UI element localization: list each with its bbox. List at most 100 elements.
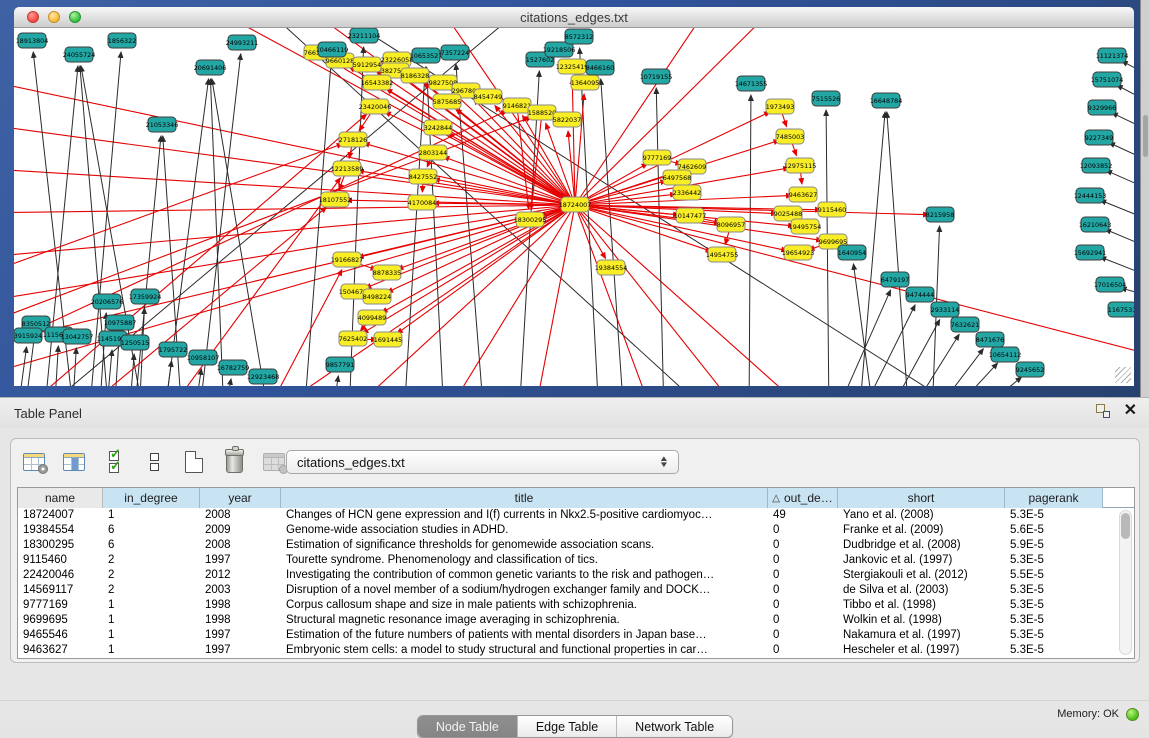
select-columns-icon[interactable] bbox=[101, 449, 127, 475]
desktop-scrollbar-track[interactable] bbox=[1140, 0, 1149, 397]
graph-node[interactable]: 13042757 bbox=[61, 329, 94, 344]
graph-node[interactable]: 7485003 bbox=[776, 129, 804, 144]
memory-status-icon[interactable] bbox=[1126, 708, 1139, 721]
graph-node[interactable]: 9857791 bbox=[326, 357, 354, 372]
table-settings-icon[interactable] bbox=[21, 449, 47, 475]
graph-node[interactable]: 7625402 bbox=[339, 331, 367, 346]
float-panel-icon[interactable] bbox=[1096, 404, 1110, 418]
table-scrollbar[interactable] bbox=[1119, 510, 1132, 655]
graph-node[interactable]: 18107552 bbox=[319, 192, 352, 207]
graph-node[interactable]: 5875685 bbox=[433, 94, 461, 109]
graph-node[interactable]: 6497568 bbox=[663, 170, 691, 185]
graph-node[interactable]: 3242844 bbox=[424, 120, 452, 135]
network-graph[interactable]: 1872400776638229660128591295423226058382… bbox=[14, 28, 1134, 386]
graph-node[interactable]: 9474444 bbox=[906, 287, 934, 302]
graph-node[interactable]: 10466119 bbox=[316, 42, 349, 57]
graph-node[interactable]: 17016504 bbox=[1094, 277, 1127, 292]
graph-node[interactable]: 21053346 bbox=[146, 117, 179, 132]
graph-node[interactable]: 19166827 bbox=[331, 252, 364, 267]
graph-node[interactable]: 14954755 bbox=[706, 247, 739, 262]
table-row[interactable]: 1830029562008Estimation of significance … bbox=[18, 538, 1134, 553]
graph-node[interactable]: 2803144 bbox=[419, 145, 447, 160]
graph-node[interactable]: 7357224 bbox=[441, 45, 469, 60]
graph-node[interactable]: 1250515 bbox=[121, 335, 149, 350]
graph-node[interactable]: 24055724 bbox=[63, 47, 96, 62]
graph-node[interactable]: 8878335 bbox=[373, 265, 401, 280]
graph-node[interactable]: 24993211 bbox=[226, 35, 259, 50]
table-row[interactable]: 969969511998Structural magnetic resonanc… bbox=[18, 613, 1134, 628]
table-scrollbar-thumb[interactable] bbox=[1121, 513, 1130, 539]
table-row[interactable]: 2242004622012Investigating the contribut… bbox=[18, 568, 1134, 583]
column-header-year[interactable]: year bbox=[200, 488, 281, 508]
graph-node[interactable]: 8215958 bbox=[926, 207, 954, 222]
graph-node[interactable]: 23420046 bbox=[359, 99, 392, 114]
graph-node[interactable]: 9115460 bbox=[818, 202, 846, 217]
graph-node[interactable]: 8498224 bbox=[363, 289, 391, 304]
graph-node[interactable]: 23211104 bbox=[348, 28, 381, 43]
graph-node[interactable]: 10654112 bbox=[989, 347, 1022, 362]
graph-node[interactable]: 5912954 bbox=[353, 57, 381, 72]
table-row[interactable]: 911546021997Tourette syndrome. Phenomeno… bbox=[18, 553, 1134, 568]
graph-node[interactable]: 5822037 bbox=[553, 112, 581, 127]
graph-node[interactable]: 9227349 bbox=[1085, 130, 1113, 145]
graph-node[interactable]: 10975887 bbox=[104, 315, 137, 330]
graph-node[interactable]: 10719155 bbox=[640, 69, 673, 84]
network-window-titlebar[interactable]: citations_edges.txt bbox=[14, 7, 1134, 28]
graph-node[interactable]: 4099489 bbox=[358, 310, 386, 325]
graph-node[interactable]: 19384554 bbox=[595, 260, 628, 275]
row-height-icon[interactable] bbox=[141, 449, 167, 475]
graph-node[interactable]: 16210643 bbox=[1079, 217, 1112, 232]
graph-node[interactable]: 9245652 bbox=[1016, 362, 1044, 377]
graph-node[interactable]: 2718126 bbox=[339, 132, 367, 147]
graph-node[interactable]: 8427552 bbox=[409, 169, 437, 184]
graph-node[interactable]: 12213589 bbox=[331, 161, 364, 176]
graph-node[interactable]: 18300295 bbox=[514, 212, 547, 227]
graph-node[interactable]: 1364095 bbox=[571, 75, 599, 90]
network-view[interactable]: 1872400776638229660128591295423226058382… bbox=[14, 28, 1134, 386]
graph-node[interactable]: 12444153 bbox=[1074, 188, 1107, 203]
graph-node[interactable]: 10653527 bbox=[410, 48, 443, 63]
graph-node[interactable]: 1640954 bbox=[838, 245, 866, 260]
column-header-pagerank[interactable]: pagerank bbox=[1005, 488, 1103, 508]
graph-node[interactable]: 1795722 bbox=[159, 342, 187, 357]
column-header-name[interactable]: name bbox=[18, 488, 103, 508]
graph-node[interactable]: 1691445 bbox=[374, 332, 402, 347]
graph-node[interactable]: 15692941 bbox=[1074, 245, 1107, 260]
graph-node[interactable]: 18724007 bbox=[559, 197, 592, 212]
graph-node[interactable]: 7515526 bbox=[812, 91, 840, 106]
graph-node[interactable]: 9463627 bbox=[789, 187, 817, 202]
graph-node[interactable]: 8466160 bbox=[586, 60, 614, 75]
delete-table-icon[interactable] bbox=[221, 449, 247, 475]
graph-node[interactable]: 10958107 bbox=[187, 350, 220, 365]
graph-node[interactable]: 12093852 bbox=[1080, 158, 1113, 173]
show-column-icon[interactable] bbox=[61, 449, 87, 475]
graph-node[interactable]: 8186328 bbox=[401, 68, 429, 83]
column-header-short[interactable]: short bbox=[838, 488, 1005, 508]
network-table-select[interactable]: citations_edges.txt ▲▼ bbox=[286, 450, 679, 474]
graph-node[interactable]: 12975115 bbox=[784, 158, 817, 173]
graph-node[interactable]: 4170084 bbox=[408, 195, 436, 210]
table-row[interactable]: 977716911998Corpus callosum shape and si… bbox=[18, 598, 1134, 613]
column-header-title[interactable]: title bbox=[281, 488, 768, 508]
graph-node[interactable]: 16782759 bbox=[217, 360, 250, 375]
table-row[interactable]: 946362711997Embryonic stem cells: a mode… bbox=[18, 643, 1134, 658]
graph-node[interactable]: 14671355 bbox=[735, 76, 768, 91]
table-row[interactable]: 1456911722003Disruption of a novel membe… bbox=[18, 583, 1134, 598]
graph-node[interactable]: 16648784 bbox=[870, 93, 903, 108]
desktop-scrollbar-thumb[interactable] bbox=[1143, 115, 1148, 157]
graph-node[interactable]: 2336442 bbox=[673, 185, 701, 200]
graph-node[interactable]: 7632621 bbox=[951, 317, 979, 332]
graph-node[interactable]: 10147477 bbox=[674, 208, 707, 223]
graph-node[interactable]: 20691406 bbox=[194, 60, 227, 75]
graph-node[interactable]: 18913804 bbox=[16, 33, 49, 48]
graph-node[interactable]: 8471676 bbox=[976, 332, 1004, 347]
graph-node[interactable]: 8572312 bbox=[565, 29, 593, 44]
graph-node[interactable]: 1973493 bbox=[766, 99, 794, 114]
graph-node[interactable]: 17359924 bbox=[129, 289, 162, 304]
graph-node[interactable]: 6479197 bbox=[881, 272, 909, 287]
new-table-icon[interactable] bbox=[181, 449, 207, 475]
graph-node[interactable]: 1167531 bbox=[1108, 302, 1134, 317]
column-header-in-degree[interactable]: in_degree bbox=[103, 488, 200, 508]
graph-node[interactable]: 9777169 bbox=[643, 150, 671, 165]
graph-node[interactable]: 19495754 bbox=[789, 219, 822, 234]
